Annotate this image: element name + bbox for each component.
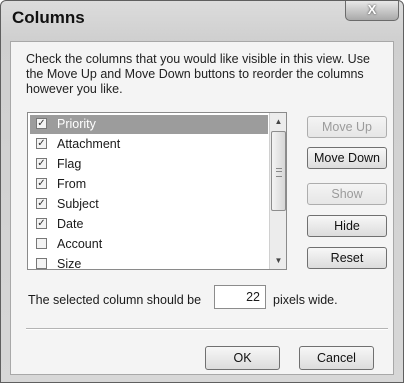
column-checkbox[interactable] <box>36 238 47 249</box>
move-down-button[interactable]: Move Down <box>307 147 387 169</box>
instructions-text: Check the columns that you would like vi… <box>26 52 370 96</box>
column-width-label: The selected column should be <box>28 293 202 307</box>
column-item-label: Attachment <box>57 137 121 151</box>
column-item-flag[interactable]: ✓ Flag <box>30 155 268 174</box>
check-icon: ✓ <box>37 218 46 229</box>
dialog-title: Columns <box>12 8 85 27</box>
column-width-suffix: pixels wide. <box>273 293 338 307</box>
column-item-attachment[interactable]: ✓ Attachment <box>30 135 268 154</box>
hide-button[interactable]: Hide <box>307 215 387 237</box>
columns-dialog: Columns X Check the columns that you wou… <box>0 0 404 383</box>
column-checkbox[interactable] <box>36 258 47 269</box>
vertical-scrollbar[interactable]: ▲ ▼ <box>269 113 286 269</box>
column-checkbox[interactable]: ✓ <box>36 118 47 129</box>
column-item-account[interactable]: Account <box>30 235 268 254</box>
reset-button[interactable]: Reset <box>307 247 387 269</box>
column-item-label: Size <box>57 257 82 270</box>
column-checkbox[interactable]: ✓ <box>36 218 47 229</box>
scroll-thumb[interactable] <box>271 131 286 211</box>
show-button[interactable]: Show <box>307 183 387 205</box>
column-checkbox[interactable]: ✓ <box>36 158 47 169</box>
column-item-subject[interactable]: ✓ Subject <box>30 195 268 214</box>
column-item-label: Account <box>57 237 103 251</box>
column-item-label: Priority <box>57 117 96 131</box>
check-icon: ✓ <box>37 178 46 189</box>
column-item-priority[interactable]: ✓ Priority <box>30 115 268 134</box>
column-item-size[interactable]: Size <box>30 255 268 270</box>
column-checkbox[interactable]: ✓ <box>36 198 47 209</box>
close-icon: X <box>367 2 377 17</box>
column-item-label: From <box>57 177 87 191</box>
scroll-grip-icon <box>276 168 282 177</box>
separator <box>26 328 388 330</box>
column-item-label: Subject <box>57 197 99 211</box>
scroll-up-arrow-icon[interactable]: ▲ <box>270 113 286 130</box>
column-checkbox[interactable]: ✓ <box>36 138 47 149</box>
column-item-from[interactable]: ✓ From <box>30 175 268 194</box>
title-bar[interactable]: Columns X <box>1 1 403 35</box>
columns-list[interactable]: ✓ Priority ✓ Attachment ✓ Flag ✓ From ✓ Subject ✓ D… <box>27 112 287 270</box>
check-icon: ✓ <box>37 198 46 209</box>
dialog-body: Check the columns that you would like vi… <box>10 41 394 375</box>
column-width-input[interactable]: 22 <box>214 285 266 309</box>
column-checkbox[interactable]: ✓ <box>36 178 47 189</box>
column-item-label: Flag <box>57 157 82 171</box>
scroll-down-arrow-icon[interactable]: ▼ <box>270 252 286 269</box>
column-item-label: Date <box>57 217 84 231</box>
check-icon: ✓ <box>37 118 46 129</box>
move-up-button[interactable]: Move Up <box>307 116 387 138</box>
cancel-button[interactable]: Cancel <box>299 346 374 370</box>
check-icon: ✓ <box>37 158 46 169</box>
check-icon: ✓ <box>37 138 46 149</box>
close-button[interactable]: X <box>345 1 399 21</box>
ok-button[interactable]: OK <box>205 346 280 370</box>
column-item-date[interactable]: ✓ Date <box>30 215 268 234</box>
